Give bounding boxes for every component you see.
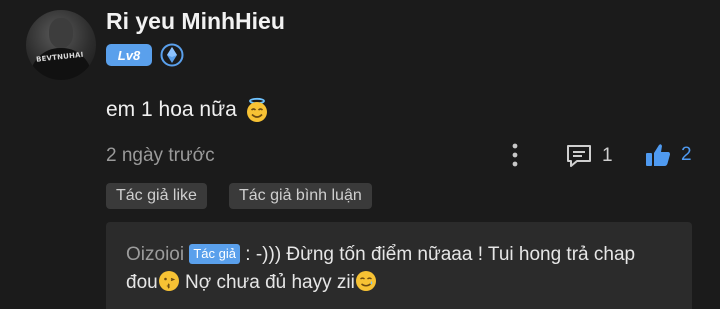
reply-button[interactable]: 1: [565, 142, 613, 170]
kissing-face-emoji-icon: [158, 271, 179, 291]
username[interactable]: Ri yeu MinhHieu: [106, 8, 285, 35]
author-reply[interactable]: Oizoioi Tác giả : -))) Đừng tốn điểm nữa…: [106, 222, 692, 309]
author-comment-tag: Tác giả bình luận: [229, 183, 372, 209]
reply-body: Oizoioi Tác giả : -))) Đừng tốn điểm nữa…: [126, 241, 656, 297]
author-like-tag: Tác giả like: [106, 183, 207, 209]
level-badge: Lv8: [106, 44, 152, 66]
reply-author[interactable]: Oizoioi: [126, 244, 184, 265]
comment-icon: [567, 145, 591, 167]
innocent-smile-emoji-icon: [246, 97, 267, 122]
comment-body: em 1 hoa nữa: [106, 98, 237, 121]
comment-card: BEVTNUHAI Ri yeu MinhHieu Lv8 em 1 hoa n…: [0, 0, 720, 309]
timestamp: 2 ngày trước: [106, 145, 215, 166]
avatar-head: [49, 18, 73, 48]
gem-icon: [160, 43, 184, 67]
smiling-tear-emoji-icon: [355, 271, 376, 291]
comment-text: em 1 hoa nữa: [106, 97, 270, 123]
thumbs-up-icon: [646, 144, 670, 166]
like-button[interactable]: 2: [644, 141, 692, 169]
author-badge: Tác giả: [189, 244, 240, 264]
avatar[interactable]: BEVTNUHAI: [26, 10, 96, 80]
more-options-icon[interactable]: [504, 141, 526, 171]
reply-text-part2: Nợ chưa đủ hayy zii: [179, 272, 355, 293]
like-count: 2: [681, 144, 692, 165]
reply-count: 1: [602, 145, 613, 166]
